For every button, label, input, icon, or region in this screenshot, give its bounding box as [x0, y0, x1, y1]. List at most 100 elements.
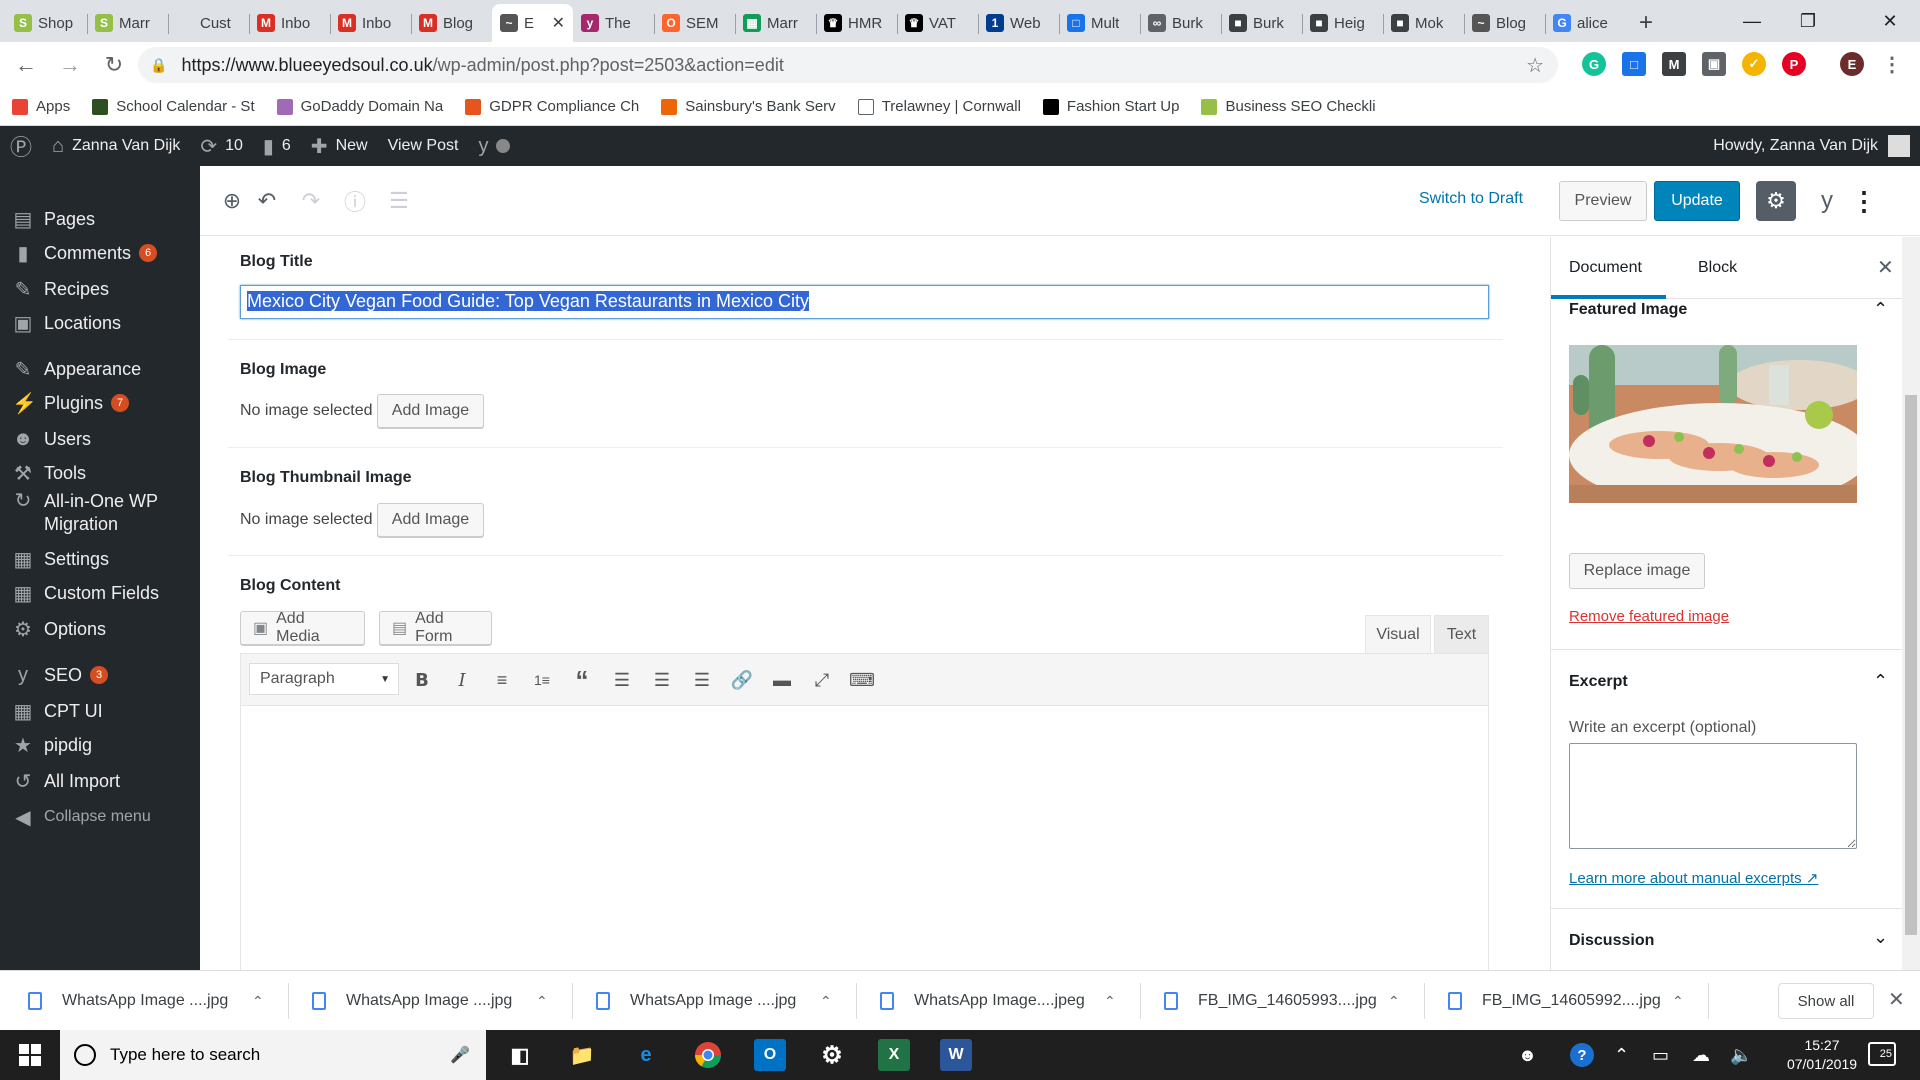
update-button[interactable]: Update: [1654, 181, 1740, 221]
windows-start-icon[interactable]: [0, 1030, 60, 1080]
grammarly-icon[interactable]: G: [1582, 52, 1606, 76]
bullet-list-icon[interactable]: ≡: [487, 665, 517, 695]
browser-tab[interactable]: M Inbo: [249, 4, 330, 42]
excerpt-title[interactable]: Excerpt: [1569, 673, 1628, 691]
italic-icon[interactable]: I: [447, 665, 477, 695]
chevron-down-icon[interactable]: ⌄: [1873, 927, 1888, 948]
chevron-up-icon[interactable]: ⌃: [1873, 299, 1888, 320]
menu-item-recipes[interactable]: ✎ Recipes: [0, 272, 200, 306]
add-form-button[interactable]: ▤ Add Form: [379, 610, 492, 645]
maximize-button[interactable]: ❐: [1780, 0, 1836, 42]
align-left-icon[interactable]: ☰: [607, 665, 637, 695]
checker-extension-icon[interactable]: ✓: [1742, 52, 1766, 76]
add-media-button[interactable]: ▣ Add Media: [240, 610, 365, 645]
menu-item-pipdig[interactable]: ★ pipdig: [0, 728, 200, 762]
blog-image-add-button[interactable]: Add Image: [377, 394, 484, 428]
menu-item-cpt-ui[interactable]: ▦ CPT UI: [0, 694, 200, 728]
menu-item-users[interactable]: ☻ Users: [0, 422, 200, 456]
bookmark-item[interactable]: Trelawney | Cornwall: [857, 98, 1021, 115]
link-icon[interactable]: 🔗: [727, 665, 757, 695]
editor-body[interactable]: [241, 706, 1488, 970]
taskbar-clock[interactable]: 15:27 07/01/2019: [1772, 1036, 1872, 1074]
browser-tab[interactable]: M Blog: [411, 4, 492, 42]
add-block-icon[interactable]: ⊕: [217, 186, 247, 216]
block-navigation-icon[interactable]: ☰: [384, 186, 414, 216]
browser-tab[interactable]: □ Mult: [1059, 4, 1140, 42]
settings-gear-icon[interactable]: ⚙: [1756, 181, 1796, 221]
menu-item-settings[interactable]: ▦ Settings: [0, 542, 200, 576]
browser-tab[interactable]: Galice: [1545, 4, 1626, 42]
chevron-up-icon[interactable]: ⌃: [820, 993, 832, 1010]
tab-block[interactable]: Block: [1698, 259, 1737, 277]
word-icon[interactable]: W: [940, 1039, 972, 1071]
bookmark-item[interactable]: Business SEO Checkli: [1201, 98, 1376, 115]
undo-icon[interactable]: ↶: [252, 186, 282, 216]
chevron-up-icon[interactable]: ⌃: [1388, 993, 1400, 1010]
menu-item-appearance[interactable]: ✎ Appearance: [0, 352, 200, 386]
download-item[interactable]: WhatsApp Image ....jpg ⌃: [596, 971, 866, 1031]
chrome-icon[interactable]: [692, 1039, 724, 1071]
close-tab-icon[interactable]: ✕: [552, 13, 565, 33]
bold-icon[interactable]: B: [407, 665, 437, 695]
taskbar-search-box[interactable]: Type here to search 🎤: [60, 1030, 486, 1080]
download-item[interactable]: WhatsApp Image ....jpg ⌃: [28, 971, 298, 1031]
more-tools-icon[interactable]: ⋮: [1851, 184, 1877, 218]
address-bar[interactable]: 🔒 https://www.blueeyedsoul.co.uk/wp-admi…: [138, 47, 1558, 83]
browser-tab[interactable]: y The: [573, 4, 654, 42]
bookmark-item[interactable]: GDPR Compliance Ch: [465, 98, 639, 115]
browser-tab[interactable]: ♛ HMR: [816, 4, 897, 42]
menu-item-locations[interactable]: ▣ Locations: [0, 306, 200, 340]
download-item[interactable]: FB_IMG_14605993....jpg ⌃: [1164, 971, 1434, 1031]
forward-icon[interactable]: →: [50, 45, 90, 85]
browser-tab[interactable]: 1 Web: [978, 4, 1059, 42]
pinterest-icon[interactable]: P: [1782, 52, 1806, 76]
action-center-icon[interactable]: 25: [1868, 1042, 1896, 1066]
back-icon[interactable]: ←: [6, 45, 46, 85]
download-item[interactable]: WhatsApp Image ....jpg ⌃: [312, 971, 582, 1031]
browser-tab[interactable]: M Inbo: [330, 4, 411, 42]
browser-tab[interactable]: S Marr: [87, 4, 168, 42]
close-downloads-icon[interactable]: ✕: [1888, 987, 1905, 1012]
view-post-link[interactable]: View Post: [378, 126, 469, 166]
site-name-link[interactable]: ⌂ Zanna Van Dijk: [42, 126, 190, 166]
sidebar-scrollbar[interactable]: [1902, 237, 1920, 970]
battery-icon[interactable]: ▭: [1652, 1030, 1669, 1080]
fullscreen-icon[interactable]: ⤢: [807, 665, 837, 695]
info-icon[interactable]: ⓘ: [340, 186, 370, 216]
excel-icon[interactable]: X: [878, 1039, 910, 1071]
download-item[interactable]: WhatsApp Image....jpeg ⌃: [880, 971, 1150, 1031]
remove-featured-image-link[interactable]: Remove featured image: [1569, 608, 1729, 625]
align-right-icon[interactable]: ☰: [687, 665, 717, 695]
settings-app-icon[interactable]: ⚙: [816, 1039, 848, 1071]
minimize-button[interactable]: —: [1724, 0, 1780, 42]
chevron-up-icon[interactable]: ⌃: [1672, 993, 1684, 1010]
redo-icon[interactable]: ↷: [296, 186, 326, 216]
outlook-icon[interactable]: O: [754, 1039, 786, 1071]
my-account-link[interactable]: Howdy, Zanna Van Dijk: [1713, 126, 1910, 166]
puzzle-extension-icon[interactable]: ▣: [1702, 52, 1726, 76]
help-icon[interactable]: ?: [1570, 1030, 1594, 1080]
bookmark-item[interactable]: Apps: [12, 98, 70, 115]
menu-item-comments[interactable]: ▮ Comments 6: [0, 236, 200, 270]
preview-button[interactable]: Preview: [1559, 181, 1647, 221]
close-sidebar-icon[interactable]: ✕: [1877, 255, 1894, 280]
bookmark-item[interactable]: School Calendar - St: [92, 98, 255, 115]
menu-item-pages[interactable]: ▤ Pages: [0, 202, 200, 236]
browser-tab[interactable]: ♛ VAT: [897, 4, 978, 42]
reload-icon[interactable]: ↻: [94, 45, 134, 85]
menu-item-plugins[interactable]: ⚡ Plugins 7: [0, 386, 200, 420]
collapse-menu-button[interactable]: ◀ Collapse menu: [0, 800, 200, 834]
browser-tab[interactable]: ~ Blog: [1464, 4, 1545, 42]
numbered-list-icon[interactable]: 1≡: [527, 665, 557, 695]
bookmark-star-icon[interactable]: ☆: [1526, 53, 1544, 78]
align-center-icon[interactable]: ☰: [647, 665, 677, 695]
blog-title-input[interactable]: Mexico City Vegan Food Guide: Top Vegan …: [240, 285, 1489, 319]
blockquote-icon[interactable]: “: [567, 665, 597, 695]
discussion-title[interactable]: Discussion: [1569, 932, 1654, 950]
chevron-up-icon[interactable]: ⌃: [1873, 671, 1888, 692]
tab-document[interactable]: Document: [1569, 259, 1642, 277]
browser-tab[interactable]: ▦ Marr: [735, 4, 816, 42]
chevron-up-icon[interactable]: ⌃: [252, 993, 264, 1010]
browser-tab[interactable]: ■ Heig: [1302, 4, 1383, 42]
edge-icon[interactable]: e: [630, 1039, 662, 1071]
